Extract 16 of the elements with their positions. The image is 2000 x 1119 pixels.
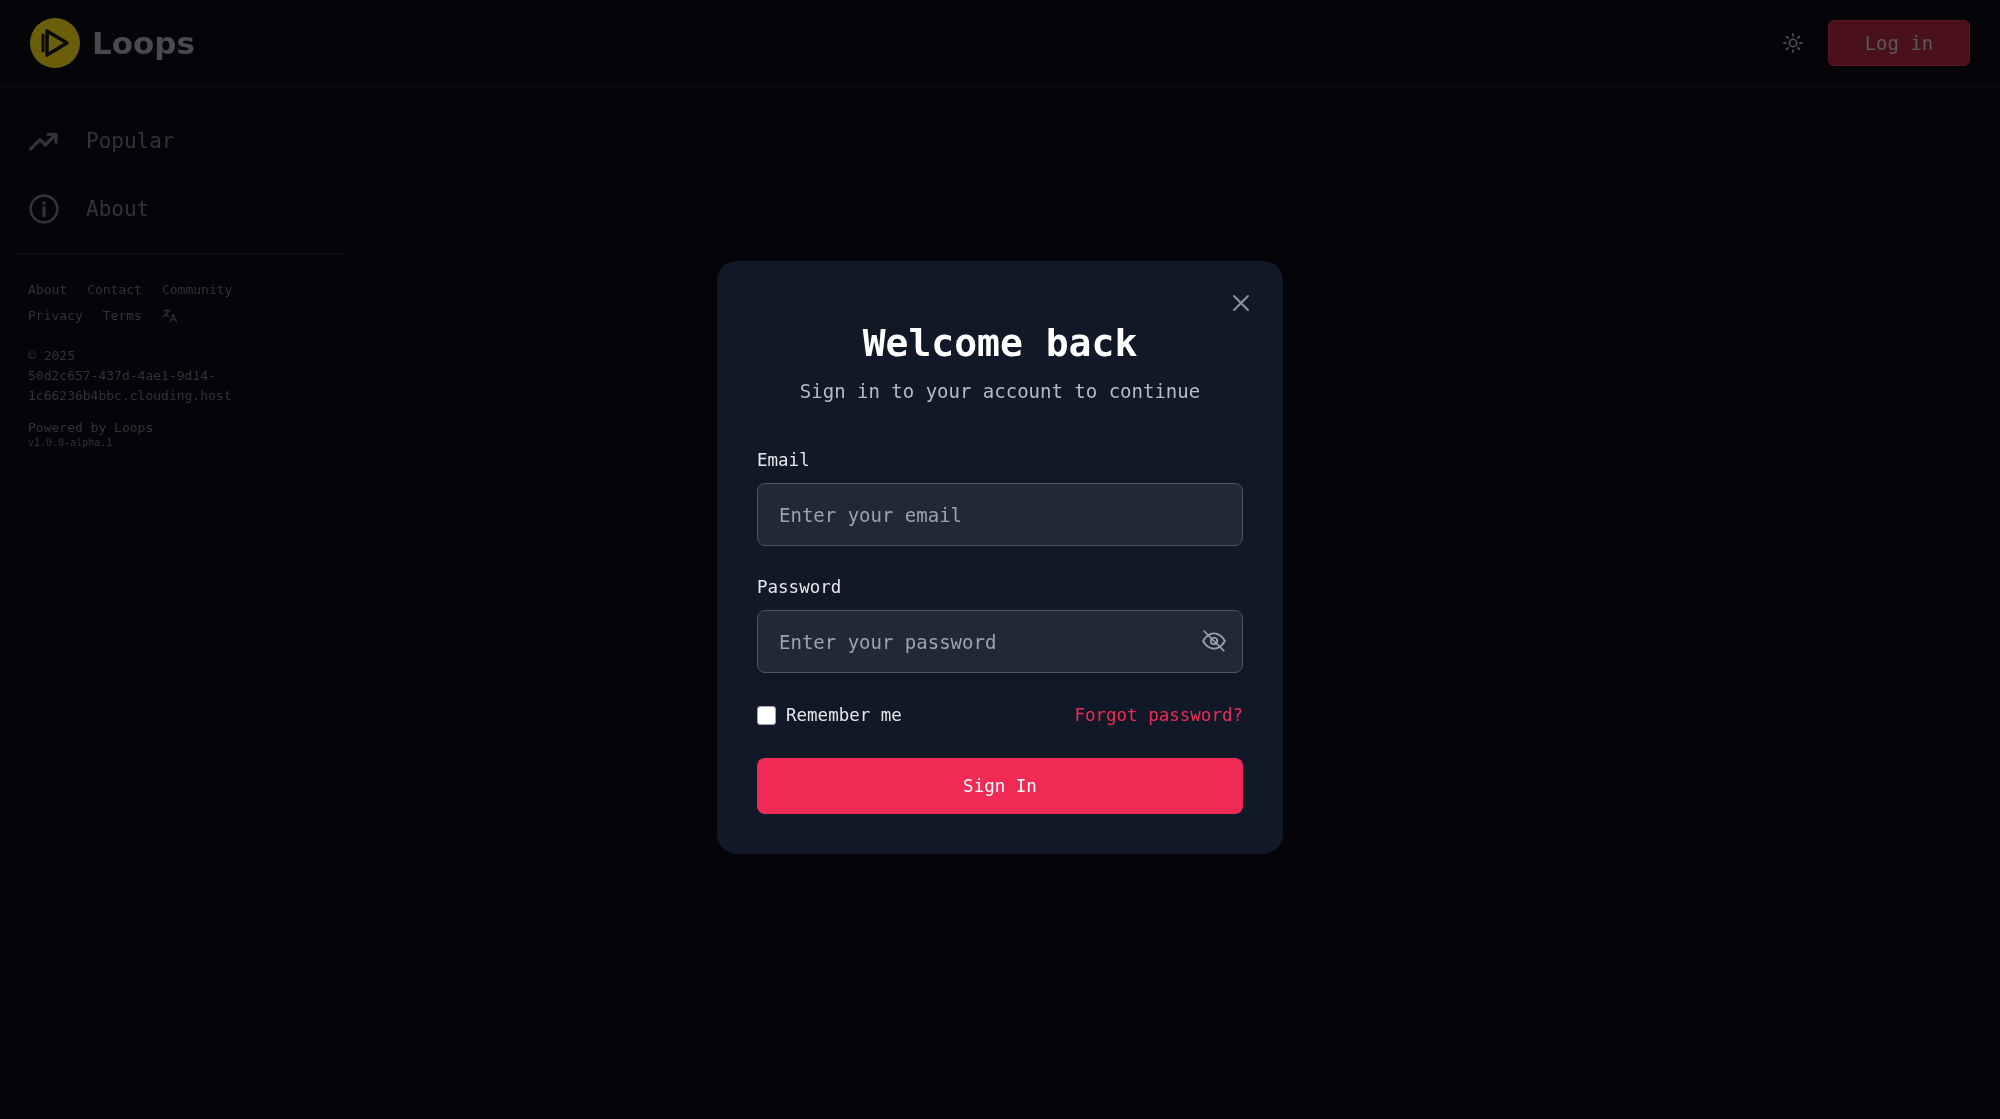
dialog-subtitle: Sign in to your account to continue — [798, 380, 1202, 403]
sign-in-button[interactable]: Sign In — [757, 758, 1243, 814]
field-label: Password — [757, 577, 843, 598]
logo-icon — [30, 18, 80, 68]
email-field[interactable]: Enter your email — [757, 483, 1243, 546]
field-label: Email — [757, 450, 811, 471]
password-field[interactable]: Enter your password — [757, 610, 1243, 673]
info-icon — [28, 193, 60, 225]
remember-label: Remember me — [786, 705, 902, 725]
forgot-password-link[interactable]: Forgot password? — [1074, 705, 1243, 725]
login-button[interactable]: Log in — [1828, 20, 1970, 66]
theme-toggle-icon[interactable] — [1782, 32, 1804, 54]
logo-text: Loops — [92, 25, 195, 61]
dialog-title: Welcome back — [861, 320, 1139, 366]
eye-slash-icon[interactable] — [1201, 628, 1227, 654]
remember-checkbox[interactable] — [757, 705, 776, 725]
